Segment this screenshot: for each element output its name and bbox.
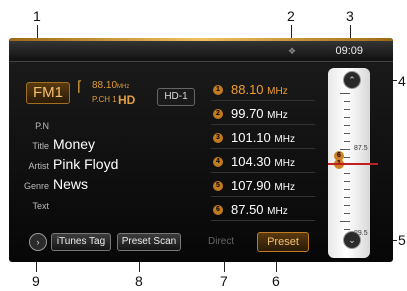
callout-3: 3 xyxy=(346,8,354,24)
preset-frequency-unit: MHz xyxy=(267,86,288,97)
preset-number: 2 xyxy=(213,109,223,119)
radio-screen: ❖ 09:09 FM1 ⌈ 88.10MHz P.CH 1 HD HD-1 P.… xyxy=(9,38,393,262)
scale-tick xyxy=(344,117,350,118)
preset-number: 5 xyxy=(213,181,223,191)
scale-tick xyxy=(340,221,350,222)
scale-tick xyxy=(344,189,350,190)
scale-tick xyxy=(340,93,350,94)
callout-2: 2 xyxy=(287,8,295,24)
preset-item-5[interactable]: 5 107.90 MHz xyxy=(211,176,315,197)
genre-label: Genre xyxy=(23,181,49,191)
callout-5: 5 xyxy=(398,232,406,248)
callout-6: 6 xyxy=(272,273,280,289)
preset-frequency: 99.70 MHz xyxy=(231,106,288,121)
preset-frequency-value: 99.70 xyxy=(231,106,264,121)
tune-down-button[interactable]: ⌄ xyxy=(343,231,361,249)
scale-tick xyxy=(340,149,350,150)
preset-frequency: 87.50 MHz xyxy=(231,202,288,217)
preset-frequency-unit: MHz xyxy=(267,206,288,217)
preset-frequency-value: 107.90 xyxy=(231,178,271,193)
preset-item-2[interactable]: 2 99.70 MHz xyxy=(211,104,315,125)
preset-frequency-value: 104.30 xyxy=(231,154,271,169)
scale-tick xyxy=(344,229,350,230)
scale-tick xyxy=(344,101,350,102)
status-bar: ❖ 09:09 xyxy=(9,38,393,62)
scale-tick xyxy=(344,173,350,174)
preset-channel: P.CH 1 xyxy=(92,95,117,104)
pn-label: P.N xyxy=(35,121,49,131)
callout-8: 8 xyxy=(135,273,143,289)
preset-item-6[interactable]: 6 87.50 MHz xyxy=(211,200,315,221)
top-accent-line xyxy=(9,38,393,41)
scale-tick xyxy=(344,157,350,158)
tuning-needle xyxy=(328,163,378,165)
scale-tick xyxy=(344,213,350,214)
clock: 09:09 xyxy=(335,45,363,57)
callout-9: 9 xyxy=(32,273,40,289)
frequency-unit: MHz xyxy=(117,84,130,90)
preset-frequency: 88.10 MHz xyxy=(231,82,288,97)
scale-tick xyxy=(344,141,350,142)
scale-tick xyxy=(344,197,350,198)
band-badge[interactable]: FM1 xyxy=(26,82,70,104)
artist-label: Artist xyxy=(28,161,49,171)
preset-frequency-value: 88.10 xyxy=(231,82,264,97)
current-frequency: 88.10MHz xyxy=(92,80,129,91)
preset-button[interactable]: Preset xyxy=(257,232,309,252)
preset-item-1[interactable]: 1 88.10 MHz xyxy=(211,80,315,101)
direct-button[interactable]: Direct xyxy=(208,236,234,247)
preset-item-4[interactable]: 4 104.30 MHz xyxy=(211,152,315,173)
preset-scan-button[interactable]: Preset Scan xyxy=(117,233,181,251)
genre-value: News xyxy=(53,176,89,192)
preset-frequency-unit: MHz xyxy=(267,110,288,121)
preset-frequency-value: 87.50 xyxy=(231,202,264,217)
callout-4: 4 xyxy=(398,73,406,89)
preset-frequency: 101.10 MHz xyxy=(231,130,295,145)
scale-tick xyxy=(344,109,350,110)
preset-frequency-unit: MHz xyxy=(274,134,295,145)
bluetooth-icon: ❖ xyxy=(288,46,297,56)
preset-number: 4 xyxy=(213,157,223,167)
callout-7: 7 xyxy=(220,273,228,289)
preset-number: 1 xyxy=(213,85,223,95)
more-button[interactable]: › xyxy=(29,233,47,251)
preset-frequency-value: 101.10 xyxy=(231,130,271,145)
scale-tick xyxy=(344,125,350,126)
preset-frequency-unit: MHz xyxy=(274,182,295,193)
preset-frequency: 104.30 MHz xyxy=(231,154,295,169)
scale-tick xyxy=(344,205,350,206)
preset-item-3[interactable]: 3 101.10 MHz xyxy=(211,128,315,149)
hd-channel-button[interactable]: HD-1 xyxy=(157,88,195,106)
itunes-tag-button[interactable]: iTunes Tag xyxy=(51,233,111,251)
scale-label-upper: 87.5 xyxy=(354,145,368,152)
scale-tick xyxy=(344,181,350,182)
preset-frequency-unit: MHz xyxy=(274,158,295,169)
title-label: Title xyxy=(32,141,49,151)
tune-up-button[interactable]: ⌃ xyxy=(343,71,361,89)
preset-frequency: 107.90 MHz xyxy=(231,178,295,193)
callout-1: 1 xyxy=(33,8,41,24)
text-label: Text xyxy=(32,201,49,211)
scale-tick xyxy=(344,133,350,134)
frequency-value: 88.10 xyxy=(92,80,118,91)
antenna-icon: ⌈ xyxy=(77,78,83,94)
hd-radio-logo: HD xyxy=(118,93,136,107)
artist-value: Pink Floyd xyxy=(53,156,119,172)
preset-number: 6 xyxy=(213,205,223,215)
title-value: Money xyxy=(53,136,96,152)
preset-number: 3 xyxy=(213,133,223,143)
